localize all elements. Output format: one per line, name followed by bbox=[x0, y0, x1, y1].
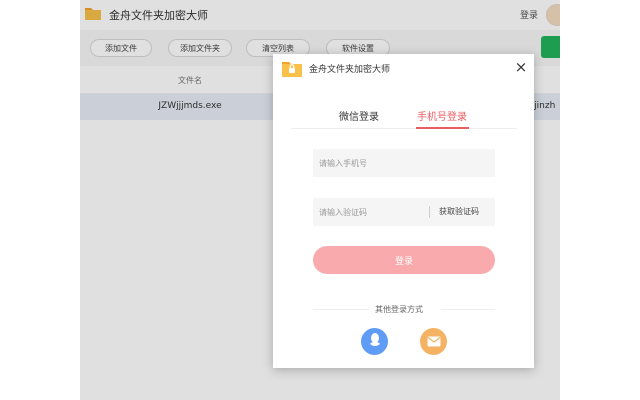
tab-phone-login[interactable]: 手机号登录 bbox=[417, 108, 467, 123]
qq-icon bbox=[368, 332, 382, 351]
qq-login-button[interactable] bbox=[361, 328, 388, 355]
active-tab-indicator bbox=[416, 127, 469, 129]
tabs-divider bbox=[291, 128, 517, 129]
phone-input[interactable] bbox=[313, 149, 495, 177]
code-divider bbox=[429, 206, 430, 218]
other-login-label: 其他登录方式 bbox=[375, 305, 423, 314]
tab-wechat-login[interactable]: 微信登录 bbox=[339, 108, 379, 123]
dialog-title: 金舟文件夹加密大师 bbox=[309, 65, 391, 75]
verification-code-input[interactable] bbox=[313, 198, 429, 226]
modal-overlay: 金舟文件夹加密大师 × 微信登录 手机号登录 获取验证码 登录 其他登录方式 bbox=[0, 0, 640, 400]
get-code-area: 获取验证码 bbox=[429, 198, 495, 226]
login-dialog: 金舟文件夹加密大师 × 微信登录 手机号登录 获取验证码 登录 其他登录方式 bbox=[273, 54, 534, 368]
get-code-button[interactable]: 获取验证码 bbox=[439, 206, 479, 217]
mail-icon bbox=[427, 332, 441, 351]
folder-lock-icon bbox=[281, 58, 303, 82]
divider-right bbox=[441, 309, 495, 310]
mail-login-button[interactable] bbox=[420, 328, 447, 355]
divider-left bbox=[313, 309, 369, 310]
close-icon[interactable]: × bbox=[513, 60, 529, 76]
login-button[interactable]: 登录 bbox=[313, 246, 495, 274]
